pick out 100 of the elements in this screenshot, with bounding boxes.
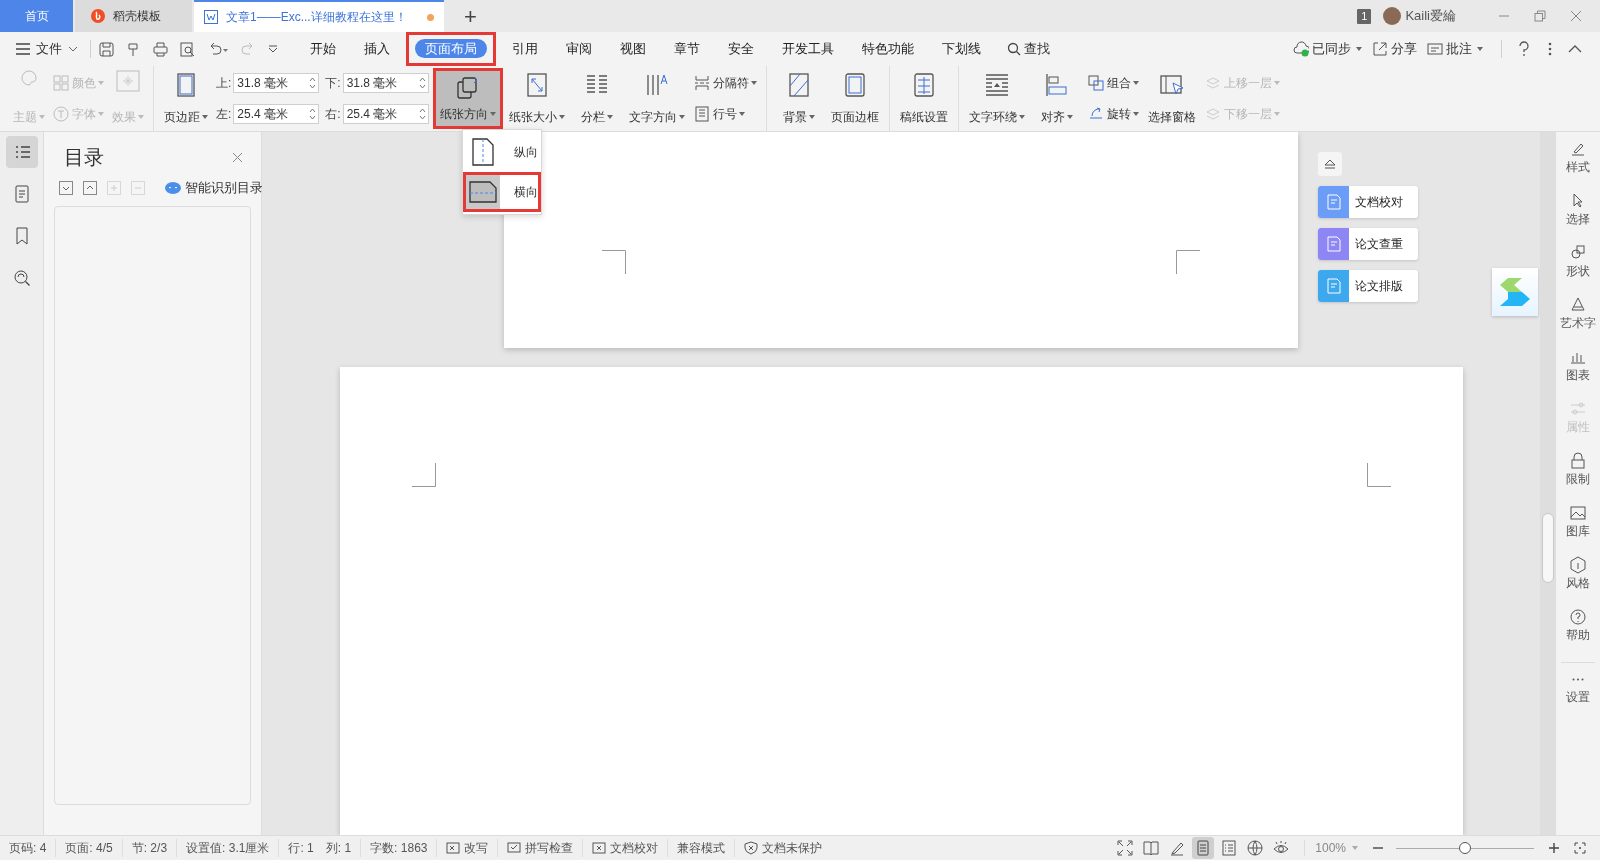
menu-icon [16,43,30,55]
menu-item[interactable]: 横向 [463,172,541,212]
sidebar-button[interactable]: 图表 [1566,348,1590,400]
sidebar-button[interactable]: 图库 [1566,504,1590,556]
caret-icon [1018,115,1025,119]
ribbon-button[interactable]: 行号 [693,104,757,123]
status-text: 节: 2/3 [121,839,177,857]
zoom-slider-thumb[interactable] [1459,841,1471,854]
search-button[interactable]: 查找 [1007,39,1050,59]
status-button[interactable]: 改写 [436,839,498,857]
tab[interactable]: 文章1——Exc...详细教程在这里！ [194,0,444,32]
smart-toc-button[interactable]: 智能识别目录 [165,178,263,198]
file-menu[interactable]: 文件 [12,39,82,59]
sidebar-button[interactable]: 设置 [1566,671,1590,723]
field-label: 下: [325,75,341,93]
menu-tab[interactable]: 插入 [350,37,404,61]
sidebar-button[interactable]: 帮助 [1566,608,1590,660]
sidebar-button[interactable]: 限制 [1566,452,1590,504]
panel-title: 目录 [64,145,104,170]
close-icon[interactable] [1570,10,1582,22]
restore-icon[interactable] [1534,10,1546,22]
ribbon-button[interactable]: 分隔符 [693,74,757,93]
ribbon-button[interactable]: 选择窗格 [1143,68,1200,129]
user-name[interactable]: Kaili爱綸 [1405,6,1456,26]
menu-tab[interactable]: 视图 [606,37,660,61]
toolbar-button[interactable]: 批注 [1427,39,1483,59]
ribbon-button[interactable]: 稿纸设置 [895,68,952,129]
spin-field[interactable]: 31.8 毫米 [342,73,429,94]
ribbon-button[interactable]: 页边距 [160,68,212,129]
menu-tab[interactable]: 安全 [714,37,768,61]
spinner-icon [418,76,426,91]
zoom-in-icon[interactable] [1548,842,1560,854]
fit-icon[interactable] [1574,842,1586,854]
tool-button[interactable]: 论文查重 [1318,228,1418,260]
menu-tab[interactable]: 开发工具 [768,37,848,61]
new-tab-button[interactable]: + [452,0,489,32]
ribbon-button[interactable]: 分栏 [570,68,623,129]
print-preview-icon[interactable] [180,41,195,57]
margin-corner-mark [1176,250,1200,274]
menu-tab[interactable]: 特色功能 [848,37,928,61]
field-label: 右: [325,105,341,123]
ribbon-button[interactable]: 旋转 [1087,104,1139,123]
spin-field[interactable]: 31.8 毫米 [233,73,320,94]
status-button[interactable]: 拼写检查 [497,839,583,857]
align-icon [1043,72,1070,98]
status-button[interactable]: 文档校对 [582,839,668,857]
eject-icon[interactable] [1323,158,1337,170]
ribbon-button[interactable]: 组合 [1087,74,1139,93]
close-icon[interactable] [232,151,243,163]
ribbon-button[interactable]: 纸张方向 [432,68,503,129]
collapse-icon[interactable] [1568,45,1582,53]
menu-tab[interactable]: 下划线 [928,37,995,61]
ribbon-button[interactable]: 页面边框 [826,68,883,129]
menu-tab[interactable]: 开始 [296,37,350,61]
search-icon [12,269,31,287]
toolbar-button[interactable]: 已同步 [1293,39,1362,59]
ribbon-button[interactable]: 纸张大小 [504,68,569,129]
ribbon-button[interactable]: 文字环绕 [964,68,1029,129]
sidebar-tab[interactable] [5,136,38,168]
customize-icon[interactable] [268,45,278,53]
status-text: 字数: 1863 [360,839,437,857]
menu-tab[interactable]: 审阅 [552,37,606,61]
caret-icon [1273,81,1280,86]
toc-button[interactable] [59,180,73,195]
tab[interactable]: 首页 [0,0,73,32]
sidebar-button[interactable]: 形状 [1566,244,1590,296]
ribbon-button[interactable]: 背景 [772,68,825,129]
sidebar-button[interactable]: 样式 [1566,140,1590,192]
tool-button[interactable]: 文档校对 [1318,186,1418,218]
menu-tab[interactable]: 章节 [660,37,714,61]
ribbon-button[interactable]: 文字方向 [624,68,689,129]
save-icon[interactable] [99,41,114,57]
toolbar-button[interactable]: 分享 [1372,39,1417,59]
ribbon-button[interactable]: 对齐 [1030,68,1083,129]
rotate-icon [1087,105,1104,122]
spinner-icon [418,106,426,121]
chevron-logo-icon[interactable] [1498,276,1532,308]
proofread-icon [592,841,607,855]
toc-button[interactable] [83,180,97,195]
print-icon[interactable] [153,41,168,57]
scroll-bar[interactable] [1542,513,1554,583]
help-icon[interactable] [1518,41,1530,57]
view-button[interactable] [1192,837,1215,859]
avatar[interactable] [1383,7,1402,25]
format-painter-icon[interactable] [126,41,141,57]
menu-item[interactable]: 纵向 [463,132,541,172]
spin-field[interactable]: 25.4 毫米 [342,103,429,124]
sidebar-button[interactable]: 风格 [1566,556,1590,608]
menu-tab[interactable]: 引用 [498,37,552,61]
sidebar-button[interactable]: 艺术字 [1560,296,1596,348]
triangle-letter-icon [1569,296,1587,314]
more-icon[interactable] [1548,42,1552,56]
tab[interactable]: 稻壳模板 [75,0,192,32]
tool-button[interactable]: 论文排版 [1318,270,1418,302]
caret-icon [1132,81,1139,86]
document-icon [1326,278,1341,294]
menu-tab[interactable]: 页面布局 [415,39,487,59]
status-button[interactable]: 文档未保护 [734,839,832,857]
spin-field[interactable]: 25.4 毫米 [233,103,320,124]
sidebar-button[interactable]: 选择 [1566,192,1590,244]
